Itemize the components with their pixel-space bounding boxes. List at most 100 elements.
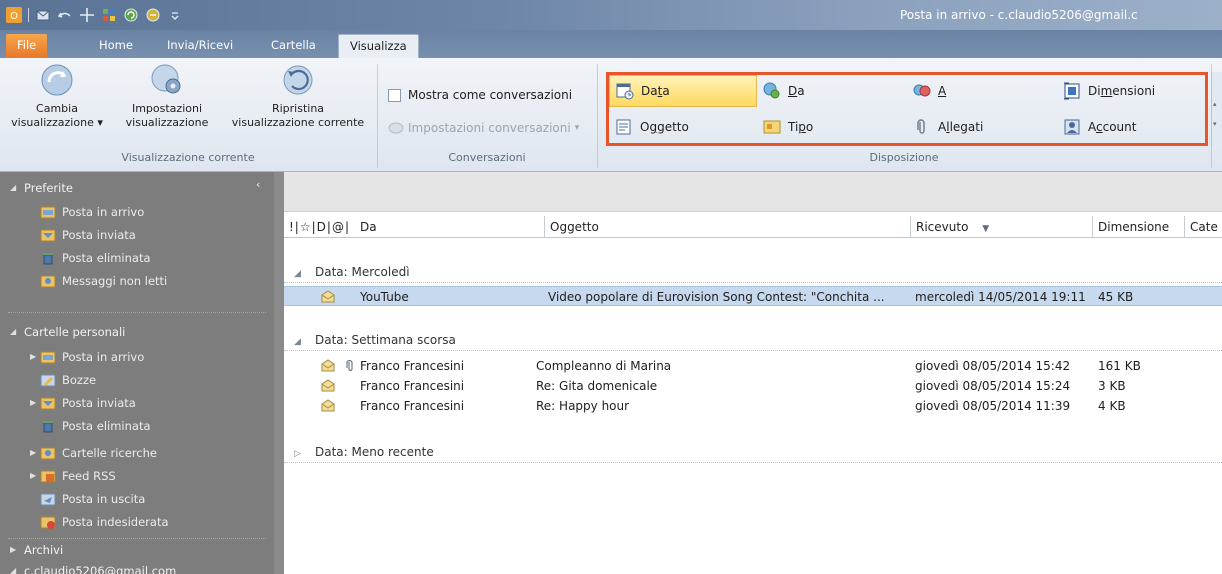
tab-cartella[interactable]: Cartella <box>260 34 327 58</box>
nav-item-label: Cartelle ricerche <box>62 446 157 460</box>
nav-separator <box>8 312 266 313</box>
tab-file[interactable]: File <box>6 34 48 58</box>
column-da-header[interactable]: Da <box>358 216 377 238</box>
customize-qat-icon[interactable] <box>167 7 183 23</box>
gallery-up-arrow-icon[interactable]: ▴ <box>1213 100 1217 108</box>
subject-cell: Re: Happy hour <box>536 399 630 413</box>
view-settings-icon <box>151 64 181 94</box>
gallery-more-arrow-icon[interactable]: ▾ <box>1213 120 1217 128</box>
expand-triangle-icon[interactable]: ▷ <box>294 444 306 464</box>
nav-item-label: Feed RSS <box>62 469 116 483</box>
pane-splitter[interactable] <box>274 172 284 574</box>
mostra-come-conversazioni-checkbox[interactable]: Mostra come conversazioni <box>388 84 572 106</box>
nav-folder-bozze[interactable]: Bozze <box>40 370 96 390</box>
tab-invia-ricevi[interactable]: Invia/Ricevi <box>156 34 244 58</box>
undo-icon[interactable] <box>57 7 73 23</box>
group-divider <box>284 462 1222 463</box>
reply-all-icon[interactable] <box>145 7 161 23</box>
archivi-label: Archivi <box>24 543 64 557</box>
column-oggetto-header[interactable]: Oggetto <box>544 216 910 238</box>
envelope-read-icon <box>321 379 335 392</box>
nav-item-label: Posta eliminata <box>62 251 151 265</box>
expand-triangle-icon[interactable]: ▶ <box>10 540 18 560</box>
nav-separator <box>8 538 266 539</box>
envelope-read-icon <box>321 359 335 372</box>
nav-folder-posta-in-uscita[interactable]: Posta in uscita <box>40 489 145 509</box>
nav-fav-messaggi-non-letti[interactable]: Messaggi non letti <box>40 271 167 291</box>
search-folder-icon <box>40 447 56 460</box>
nav-item-label: Posta inviata <box>62 228 136 242</box>
table-row[interactable]: Franco Francesini Compleanno di Marina g… <box>284 356 1222 376</box>
group-label: Data: Mercoledì <box>315 265 410 279</box>
outbox-folder-icon <box>40 493 56 506</box>
expand-triangle-icon[interactable]: ▶ <box>30 393 38 413</box>
group-label-visualizzazione-corrente: Visualizzazione corrente <box>121 151 255 164</box>
collapse-triangle-icon[interactable]: ◢ <box>10 178 18 198</box>
ripristina-label-2: visualizzazione corrente <box>231 116 365 129</box>
refresh-icon[interactable] <box>123 7 139 23</box>
impostazioni-label-1: Impostazioni <box>131 102 203 115</box>
column-icons-header[interactable]: !|☆|D|@| <box>284 216 358 238</box>
nav-folder-feed-rss[interactable]: ▶ Feed RSS <box>30 466 116 486</box>
cartelle-personali-label: Cartelle personali <box>24 325 126 339</box>
expand-triangle-icon[interactable]: ▶ <box>30 443 38 463</box>
gallery-scroll-buttons[interactable]: ▴ ▾ <box>1211 72 1222 146</box>
nav-folder-posta-inviata[interactable]: ▶ Posta inviata <box>30 393 136 413</box>
categorize-icon[interactable] <box>101 7 117 23</box>
inbox-folder-icon <box>40 206 56 219</box>
table-row[interactable]: Franco Francesini Re: Happy hour giovedì… <box>284 396 1222 416</box>
collapse-triangle-icon[interactable]: ◢ <box>10 561 18 574</box>
group-label-disposizione: Disposizione <box>869 151 939 164</box>
paperclip-icon <box>346 360 353 372</box>
collapse-triangle-icon[interactable]: ◢ <box>294 264 306 284</box>
subject-cell: Re: Gita domenicale <box>536 379 658 393</box>
navigation-pane: ◢ Preferite ‹ Posta in arrivo Posta invi… <box>0 172 274 574</box>
nav-folder-posta-in-arrivo[interactable]: ▶ Posta in arrivo <box>30 347 144 367</box>
column-categorie-header[interactable]: Cate <box>1184 216 1222 238</box>
group-header-meno-recente[interactable]: ▷ Data: Meno recente <box>284 442 434 462</box>
group-label-conversazioni: Conversazioni <box>448 151 526 164</box>
group-header-settimana-scorsa[interactable]: ◢ Data: Settimana scorsa <box>284 330 456 350</box>
nav-folder-cartelle-ricerche[interactable]: ▶ Cartelle ricerche <box>30 443 157 463</box>
nav-fav-posta-in-arrivo[interactable]: Posta in arrivo <box>40 202 144 222</box>
table-row[interactable]: Franco Francesini Re: Gita domenicale gi… <box>284 376 1222 396</box>
move-icon[interactable] <box>79 7 95 23</box>
column-ricevuto-header[interactable]: Ricevuto ▼ <box>910 216 1092 238</box>
impostazioni-visualizzazione-button[interactable]: Impostazioni visualizzazione <box>108 62 226 130</box>
cambia-visualizzazione-button[interactable]: Cambia visualizzazione ▾ <box>2 62 112 130</box>
tab-home[interactable]: Home <box>88 34 144 58</box>
table-row[interactable]: YouTube Video popolare di Eurovision Son… <box>284 286 1222 306</box>
minimize-pane-icon[interactable]: ‹ <box>256 178 260 191</box>
subject-cell: Compleanno di Marina <box>536 359 672 373</box>
nav-header-cartelle-personali[interactable]: ◢ Cartelle personali <box>10 322 125 342</box>
nav-header-preferite[interactable]: ◢ Preferite <box>10 178 73 198</box>
nav-fav-posta-inviata[interactable]: Posta inviata <box>40 225 136 245</box>
group-header-mercoledi[interactable]: ◢ Data: Mercoledì <box>284 262 410 282</box>
nav-fav-posta-eliminata[interactable]: Posta eliminata <box>40 248 151 268</box>
received-cell: giovedì 08/05/2014 11:39 <box>915 399 1071 413</box>
collapse-triangle-icon[interactable]: ◢ <box>294 332 306 352</box>
size-cell: 45 KB <box>1098 290 1134 304</box>
group-label: Data: Settimana scorsa <box>315 333 456 347</box>
tab-visualizza[interactable]: Visualizza <box>338 34 419 58</box>
nav-item-label: Posta in arrivo <box>62 205 145 219</box>
expand-triangle-icon[interactable]: ▶ <box>30 466 38 486</box>
collapse-triangle-icon[interactable]: ◢ <box>10 322 18 342</box>
outlook-logo-icon: O <box>6 7 22 23</box>
nav-header-account[interactable]: ◢ c.claudio5206@gmail.com <box>10 561 176 574</box>
inbox-folder-icon <box>40 351 56 364</box>
nav-folder-posta-indesiderata[interactable]: Posta indesiderata <box>40 512 169 532</box>
ripristina-visualizzazione-button[interactable]: Ripristina visualizzazione corrente <box>222 62 374 130</box>
nav-folder-posta-eliminata[interactable]: Posta eliminata <box>40 416 151 436</box>
send-receive-icon[interactable] <box>35 7 51 23</box>
nav-item-label: Posta indesiderata <box>62 515 169 529</box>
column-dimensione-header[interactable]: Dimensione <box>1092 216 1184 238</box>
impostazioni-label-2: visualizzazione <box>125 116 209 129</box>
nav-header-archivi[interactable]: ▶ Archivi <box>10 540 63 560</box>
expand-triangle-icon[interactable]: ▶ <box>30 347 38 367</box>
impostazioni-conversazioni-button[interactable]: Impostazioni conversazioni ▾ <box>388 117 579 139</box>
envelope-read-icon <box>321 399 335 412</box>
ribbon-tab-bar: File Home Invia/Ricevi Cartella Visualiz… <box>0 30 1222 58</box>
size-cell: 4 KB <box>1098 399 1126 413</box>
checkbox-box[interactable] <box>388 88 401 102</box>
